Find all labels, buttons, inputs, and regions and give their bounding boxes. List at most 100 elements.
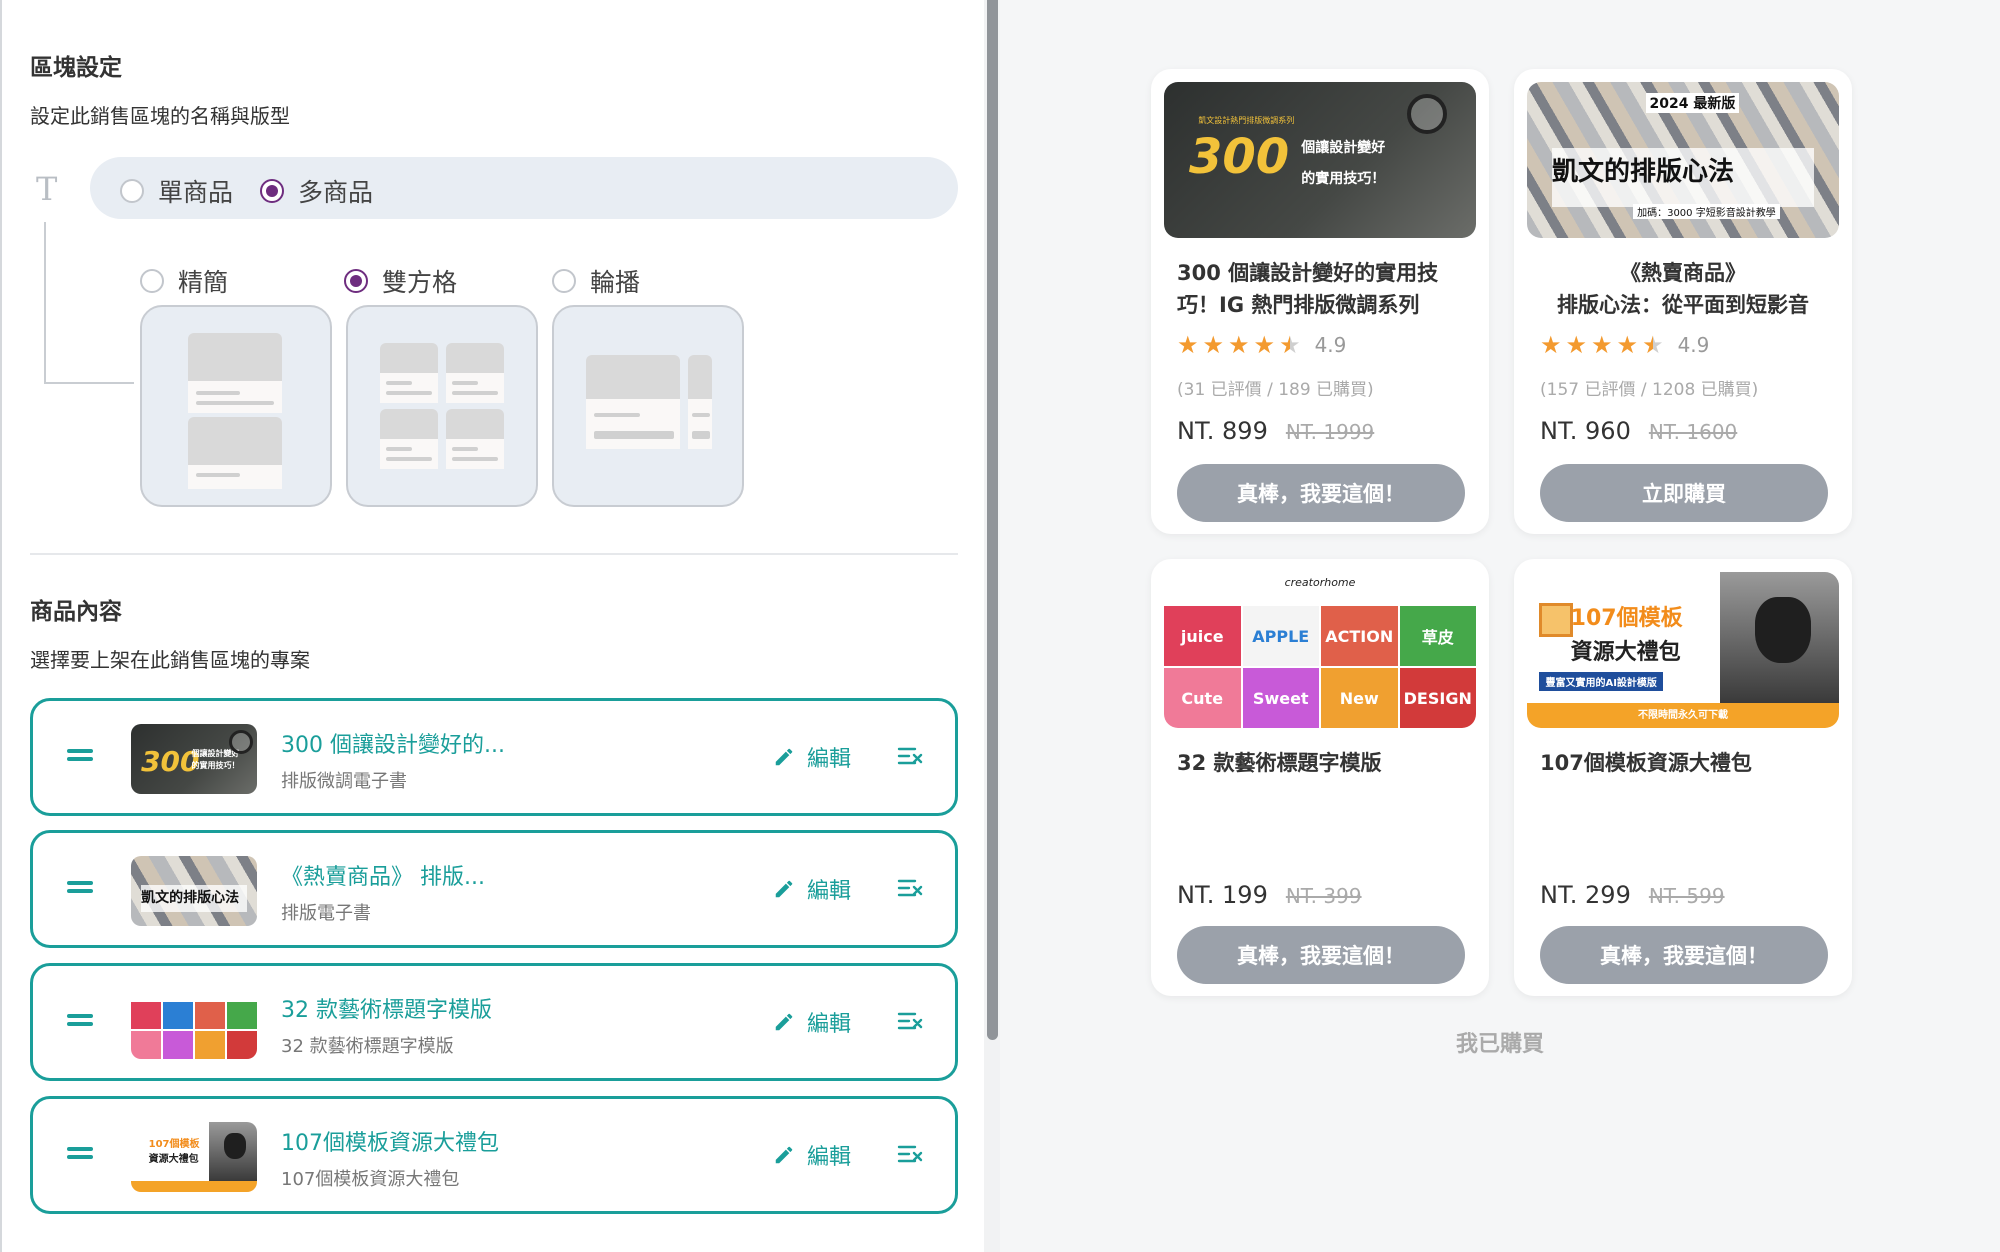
thumb-text: 資源大禮包	[1570, 640, 1681, 666]
already-purchased-link[interactable]: 我已購買	[1390, 1026, 1610, 1058]
edit-button[interactable]: 編輯	[773, 873, 851, 905]
thumb-text: 凱文的排版心法	[1551, 156, 1734, 187]
layout-thumb-line	[594, 431, 674, 439]
product-card-title: 300 個讓設計變好的實用技巧！IG 熱門排版微調系列	[1177, 261, 1439, 317]
edit-button[interactable]: 編輯	[773, 741, 851, 773]
layout-thumb-footer	[688, 399, 712, 449]
radio-label: 精簡	[178, 268, 229, 297]
layout-thumb-footer	[380, 373, 438, 403]
product-item: 300 個讓設計變好 的實用技巧！ 300 個讓設計變好的... 排版微調電子書 編…	[30, 698, 958, 816]
product-item: 凱文的排版心法 《熱賣商品》 排版... 排版電子書 編輯	[30, 830, 958, 948]
thumb-cell: New	[1321, 668, 1398, 728]
layout-thumb-line	[386, 391, 432, 395]
radio-label: 雙方格	[382, 268, 458, 297]
magnifier-icon	[1407, 94, 1448, 135]
drag-handle-icon[interactable]	[67, 747, 93, 765]
product-cover-image: 2024 最新版 凱文的排版心法 加碼：3000 字短影音設計教學	[1527, 82, 1839, 238]
preview-product-card[interactable]: 2024 最新版 凱文的排版心法 加碼：3000 字短影音設計教學 《熱賣商品》…	[1514, 69, 1852, 534]
product-cover-image: 凱文設計熱門排版微調系列 300 個讓設計變好 的實用技巧！	[1164, 82, 1476, 238]
edit-label: 編輯	[807, 1012, 852, 1037]
radio-layout-carousel[interactable]: 輪播	[552, 263, 640, 299]
edit-label: 編輯	[807, 1145, 852, 1170]
product-item-title: 《熱賣商品》 排版...	[281, 865, 485, 890]
scrollbar-thumb[interactable]	[987, 0, 998, 1040]
scrollbar-track[interactable]	[984, 0, 1000, 1252]
remove-item-icon[interactable]	[897, 1010, 923, 1034]
preview-product-card[interactable]: 凱文設計熱門排版微調系列 300 個讓設計變好 的實用技巧！ 300 個讓設計變…	[1151, 69, 1489, 534]
layout-thumb-line	[452, 381, 478, 385]
layout-thumb-footer	[446, 439, 504, 469]
layout-thumb-line	[386, 447, 412, 451]
radio-multi-product[interactable]: 多商品	[260, 173, 373, 209]
buy-button[interactable]: 真棒，我要這個！	[1177, 926, 1465, 984]
star-icon: ★	[1253, 331, 1276, 359]
drag-handle-icon[interactable]	[67, 1145, 93, 1163]
remove-item-icon[interactable]	[897, 745, 923, 769]
layout-thumb-block	[446, 343, 504, 373]
star-icon: ★	[1177, 331, 1199, 359]
thumb-cell: DESIGN	[1399, 668, 1476, 728]
layout-thumb-block	[380, 343, 438, 373]
layout-card-compact[interactable]	[140, 305, 332, 507]
edit-button[interactable]: 編輯	[773, 1006, 851, 1038]
section-title-block-settings: 區塊設定	[30, 55, 122, 81]
current-price: NT. 199	[1177, 881, 1268, 909]
original-price: NT. 1600	[1648, 420, 1738, 444]
preview-product-card[interactable]: creatorhome juice APPLE ACTION 草皮 Cute S…	[1151, 559, 1489, 996]
pencil-icon	[775, 880, 793, 898]
remove-item-icon[interactable]	[897, 1143, 923, 1167]
price-row: NT. 299 NT. 599	[1540, 881, 1725, 909]
product-item-subtitle: 排版電子書	[281, 903, 371, 924]
product-cover-image: 107個模板 資源大禮包 豐富又實用的AI設計模版 不限時間永久可下載	[1527, 572, 1839, 728]
current-price: NT. 299	[1540, 881, 1631, 909]
drag-handle-icon[interactable]	[67, 879, 93, 897]
layout-thumb-footer	[188, 465, 282, 489]
rating-score: 4.9	[1677, 333, 1710, 357]
star-icon: ★	[1591, 331, 1613, 359]
buy-button[interactable]: 立即購買	[1540, 464, 1828, 522]
thumb-cell: Sweet	[1242, 668, 1319, 728]
product-item: 32 款藝術標題字模版 32 款藝術標題字模版 編輯	[30, 963, 958, 1081]
radio-layout-grid[interactable]: 雙方格	[344, 263, 457, 299]
buy-button[interactable]: 真棒，我要這個！	[1540, 926, 1828, 984]
radio-circle	[552, 269, 576, 293]
radio-circle-selected	[260, 179, 284, 203]
price-row: NT. 199 NT. 399	[1177, 881, 1362, 909]
product-item-title: 300 個讓設計變好的...	[281, 733, 505, 758]
layout-card-grid[interactable]	[346, 305, 538, 507]
tree-connector-horizontal	[44, 382, 134, 384]
thumb-text: 個讓設計變好	[1301, 140, 1386, 157]
layout-thumb-block	[688, 355, 712, 399]
layout-card-carousel[interactable]	[552, 305, 744, 507]
radio-single-product[interactable]: 單商品	[120, 173, 233, 209]
gift-box-icon	[1539, 603, 1574, 638]
remove-item-icon[interactable]	[897, 877, 923, 901]
radio-layout-compact[interactable]: 精簡	[140, 263, 228, 299]
product-card-title: 107個模板資源大禮包	[1540, 751, 1752, 775]
pencil-icon	[775, 1146, 793, 1164]
drag-handle-icon[interactable]	[67, 1012, 93, 1030]
rating-score: 4.9	[1314, 333, 1347, 357]
thumb-text: 的實用技巧！	[1301, 171, 1386, 188]
layout-thumb-footer	[446, 373, 504, 403]
buy-button[interactable]: 真棒，我要這個！	[1177, 464, 1465, 522]
half-star-icon: ★	[1642, 331, 1664, 359]
product-item: 107個模板 資源大禮包 107個模板資源大禮包 107個模板資源大禮包 編輯	[30, 1096, 958, 1214]
layout-thumb-footer	[188, 381, 282, 413]
product-thumbnail: 凱文的排版心法	[131, 856, 257, 926]
edit-button[interactable]: 編輯	[773, 1139, 851, 1171]
thumb-text: 2024 最新版	[1645, 92, 1740, 113]
rating-stars: ★ ★ ★ ★ ★ 4.9	[1540, 331, 1709, 359]
layout-thumb-footer	[380, 439, 438, 469]
radio-label: 輪播	[590, 268, 641, 297]
product-thumbnail: 107個模板 資源大禮包	[131, 1122, 257, 1192]
product-thumbnail: 300 個讓設計變好 的實用技巧！	[131, 724, 257, 794]
rating-stars: ★ ★ ★ ★ ★ 4.9	[1177, 331, 1346, 359]
product-item-subtitle: 107個模板資源大禮包	[281, 1169, 460, 1190]
review-count: (31 已評價 / 189 已購買)	[1177, 380, 1374, 400]
product-card-title: 32 款藝術標題字模版	[1177, 751, 1382, 775]
thumb-cell: juice	[1164, 606, 1241, 667]
thumb-cell: 草皮	[1399, 606, 1476, 667]
preview-product-card[interactable]: 107個模板 資源大禮包 豐富又實用的AI設計模版 不限時間永久可下載 107個…	[1514, 559, 1852, 996]
current-price: NT. 899	[1177, 417, 1268, 445]
